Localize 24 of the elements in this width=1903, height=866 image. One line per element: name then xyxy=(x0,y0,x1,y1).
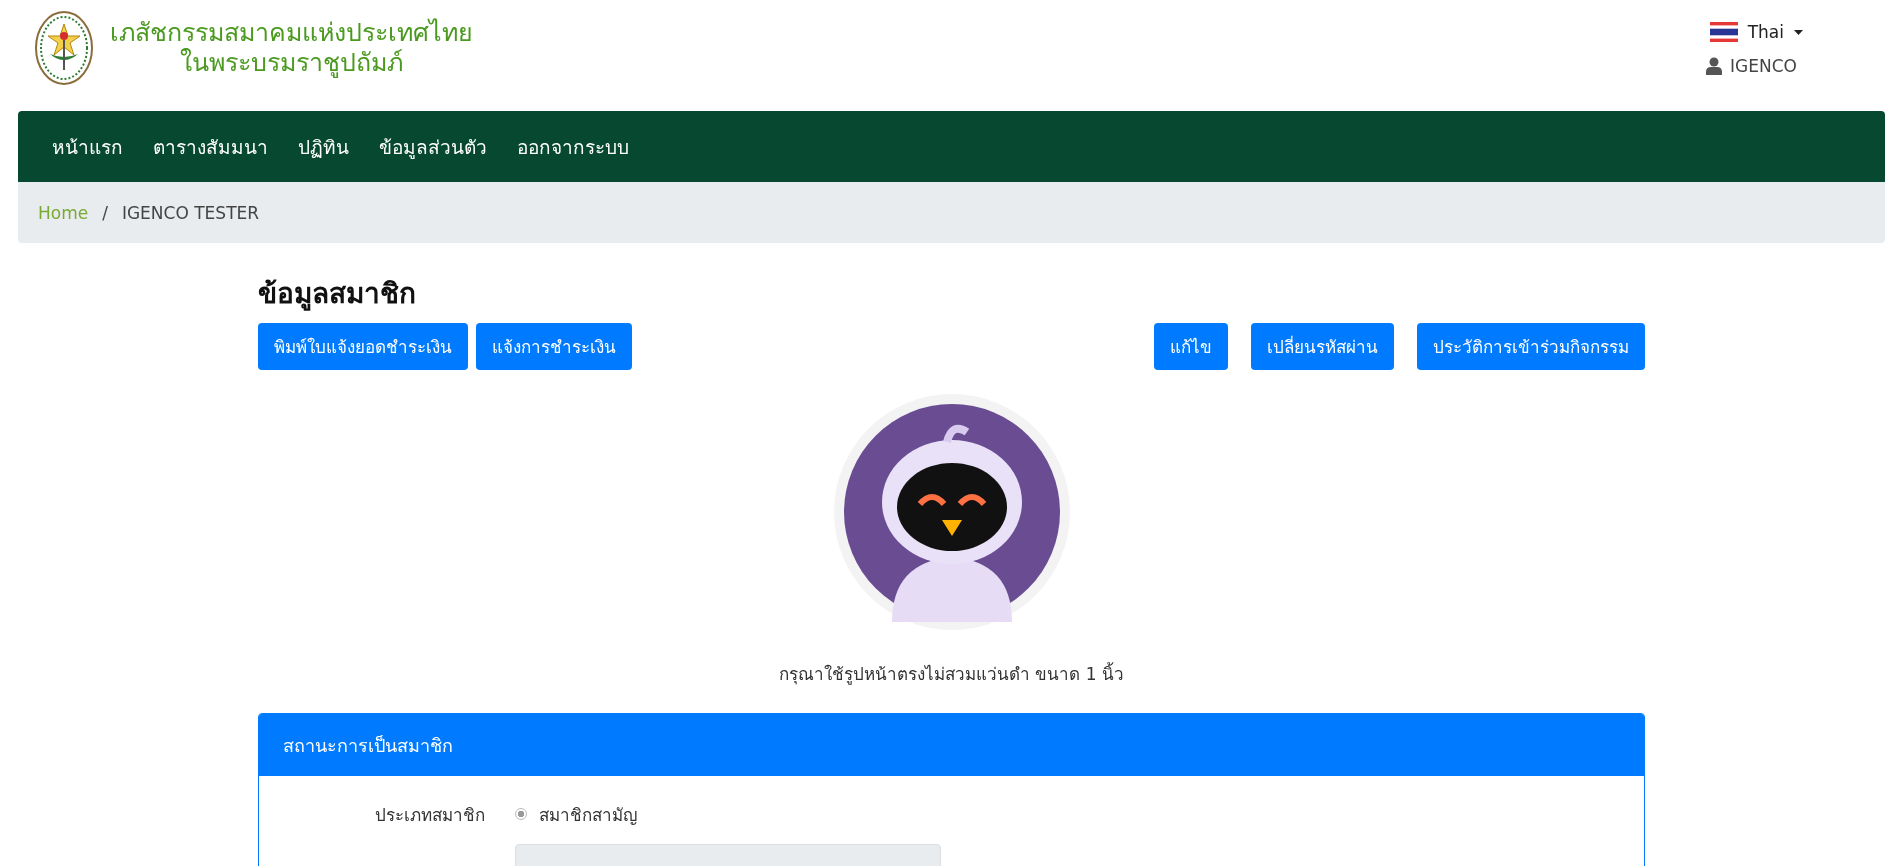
site-subtitle: ในพระบรมราชูปถัมภ์ xyxy=(180,48,403,78)
action-button[interactable]: แจ้งการชำระเงิน xyxy=(476,323,632,370)
site-title: เภสัชกรรมสมาคมแห่งประเทศไทย xyxy=(110,18,473,48)
breadcrumb-separator: / xyxy=(102,202,108,223)
nav-link[interactable]: ข้อมูลส่วนตัว xyxy=(379,131,487,162)
action-button[interactable]: แก้ไข xyxy=(1154,323,1228,370)
breadcrumb-current: IGENCO TESTER xyxy=(121,202,260,223)
nav-link[interactable]: ออกจากระบบ xyxy=(517,131,629,162)
page-heading: ข้อมูลสมาชิก xyxy=(258,276,417,313)
nav-link[interactable]: ปฏิทิน xyxy=(298,131,349,162)
language-dropdown[interactable]: Thai xyxy=(1709,22,1803,42)
flag-icon xyxy=(1709,22,1738,42)
card-title: สถานะการเป็นสมาชิก xyxy=(283,733,453,758)
nav-link[interactable]: ตารางสัมมนา xyxy=(153,131,268,162)
user-icon xyxy=(1706,57,1723,75)
member-type-radio[interactable]: สมาชิกสามัญ xyxy=(515,800,637,828)
action-button[interactable]: เปลี่ยนรหัสผ่าน xyxy=(1251,323,1394,370)
photo-hint: กรุณาใช้รูปหน้าตรงไม่สวมแว่นดำ ขนาด 1 นิ้ว xyxy=(778,661,1125,687)
action-button[interactable]: ประวัติการเข้าร่วมกิจกรรม xyxy=(1417,323,1645,370)
field-label: ประเภทสมาชิก xyxy=(374,803,485,827)
username: IGENCO xyxy=(1730,56,1797,76)
nav-link[interactable]: หน้าแรก xyxy=(52,131,123,162)
caret-icon xyxy=(1794,29,1803,35)
action-button[interactable]: พิมพ์ใบแจ้งยอดชำระเงิน xyxy=(258,323,468,370)
